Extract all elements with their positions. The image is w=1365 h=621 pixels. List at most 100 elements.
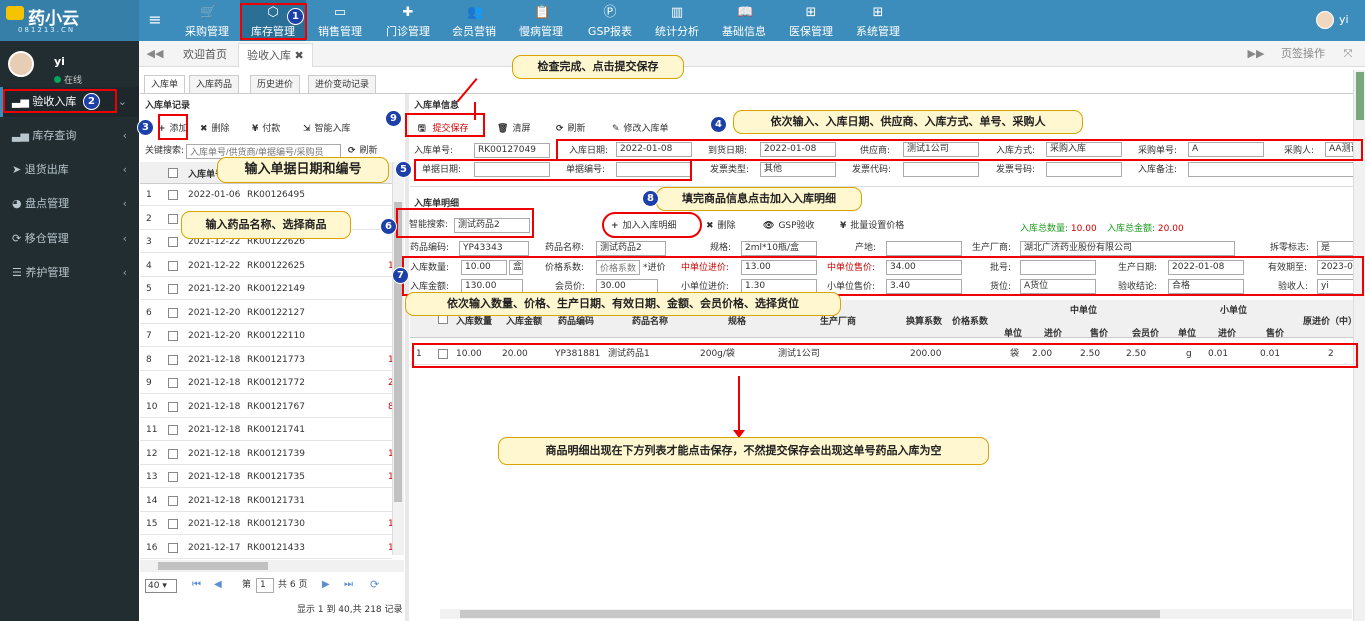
prev-page-icon[interactable]: ◀ xyxy=(214,579,222,590)
windows-icon: ⊞ xyxy=(805,5,817,20)
smart-inbound-button[interactable]: ⇲ 智能入库 xyxy=(303,120,351,138)
close-icon[interactable]: ✖ xyxy=(295,49,304,62)
pay-button[interactable]: ¥ 付款 xyxy=(252,120,280,138)
menu-toggle-icon[interactable]: ≡ xyxy=(146,11,164,29)
online-dot-icon xyxy=(54,76,61,83)
sidebar-item-return[interactable]: ➤ 退货出库 ‹ xyxy=(0,155,139,185)
refresh-button[interactable]: ⟳ 刷新 xyxy=(556,120,586,138)
subtab-order[interactable]: 入库单 xyxy=(144,75,186,93)
drug-name-label: 药品名称: xyxy=(545,243,585,253)
row-checkbox[interactable] xyxy=(168,190,178,200)
nav-purchase[interactable]: 🛒 采购管理 xyxy=(177,0,237,41)
nav-clinic[interactable]: ✚ 门诊管理 xyxy=(378,0,438,41)
drug-name-field[interactable]: 测试药品2 xyxy=(596,241,666,256)
tab-prev-icon[interactable]: ◀◀ xyxy=(142,41,168,67)
row-date: 2021-12-18 xyxy=(188,495,241,506)
detail-hscrollbar[interactable] xyxy=(440,609,1352,619)
nav-insurance[interactable]: ⊞ 医保管理 xyxy=(781,0,841,41)
table-row[interactable]: 4 2021-12-22 RK00122625 1 xyxy=(140,255,394,277)
table-row[interactable]: 9 2021-12-18 RK00121772 2 xyxy=(140,372,394,394)
batch-price-button[interactable]: ¥ 批量设置价格 xyxy=(840,217,904,235)
table-row[interactable]: 7 2021-12-20 RK00122110 xyxy=(140,325,392,347)
table-row[interactable]: 16 2021-12-17 RK00121433 1 xyxy=(140,537,394,559)
nav-sales[interactable]: ▭ 销售管理 xyxy=(310,0,370,41)
row-checkbox[interactable] xyxy=(168,401,178,412)
edit-order-button[interactable]: ✎ 修改入库单 xyxy=(612,120,669,138)
subtab-price-change[interactable]: 进价变动记录 xyxy=(308,75,377,93)
table-row[interactable]: 12 2021-12-18 RK00121739 1 xyxy=(140,443,394,465)
row-checkbox[interactable] xyxy=(168,331,178,341)
first-page-icon[interactable]: ⏮ xyxy=(192,579,201,590)
row-checkbox[interactable] xyxy=(168,378,178,388)
page-tab-ops[interactable]: 页签操作 xyxy=(1276,41,1330,67)
nav-system[interactable]: ⊞ 系统管理 xyxy=(848,0,908,41)
clear-button[interactable]: 🗑 清屏 xyxy=(497,120,530,138)
invoice-type-select[interactable]: 其他 xyxy=(760,162,836,177)
row-checkbox[interactable] xyxy=(168,284,178,294)
nav-gsp[interactable]: Ⓟ GSP报表 xyxy=(580,0,640,41)
gsp-accept-button[interactable]: 👁 GSP验收 xyxy=(763,217,815,235)
table-row[interactable]: 13 2021-12-18 RK00121735 1 xyxy=(140,466,394,488)
row-checkbox[interactable] xyxy=(168,519,178,529)
origin-label: 产地: xyxy=(855,243,877,253)
origin-field[interactable] xyxy=(886,241,962,256)
table-row[interactable]: 6 2021-12-20 RK00122127 xyxy=(140,302,392,324)
delete-button[interactable]: ✖ 删除 xyxy=(200,120,230,138)
row-order-id: RK00121433 xyxy=(247,542,305,553)
maker-field[interactable]: 湖北广济药业股份有限公司 xyxy=(1020,241,1235,256)
page-number-input[interactable]: 1 xyxy=(256,578,274,593)
cart-icon: 🛒 xyxy=(200,5,217,20)
table-row[interactable]: 1 2022-01-06 RK00126495 xyxy=(140,184,392,206)
next-page-icon[interactable]: ▶ xyxy=(322,579,330,590)
select-all-checkbox[interactable] xyxy=(168,168,178,178)
row-checkbox[interactable] xyxy=(168,542,178,553)
annotation-box-doc-fields xyxy=(414,159,692,181)
spec-field[interactable]: 2ml*10瓶/盒 xyxy=(741,241,817,256)
top-user-menu[interactable]: yi xyxy=(1316,11,1362,31)
invoice-code-field[interactable] xyxy=(903,162,979,177)
note-field[interactable] xyxy=(1188,162,1358,177)
subtab-drugs[interactable]: 入库药品 xyxy=(189,75,240,93)
row-checkbox[interactable] xyxy=(168,307,178,318)
row-checkbox[interactable] xyxy=(168,213,178,224)
logo[interactable]: 药小云 081213.CN xyxy=(0,0,139,41)
sidebar-item-stock-query[interactable]: ▃▅ 库存查询 ‹ xyxy=(0,121,139,151)
row-order-id: RK00121773 xyxy=(247,354,305,365)
sidebar-item-stocktake[interactable]: ◕ 盘点管理 ‹ xyxy=(0,189,139,219)
drug-code-field[interactable]: YP43343 xyxy=(459,241,529,256)
invoice-no-field[interactable] xyxy=(1046,162,1122,177)
row-checkbox[interactable] xyxy=(168,472,178,482)
row-checkbox[interactable] xyxy=(168,237,178,247)
fullscreen-icon[interactable]: ⤧ xyxy=(1337,41,1359,67)
tab-home[interactable]: 欢迎首页 xyxy=(175,43,235,67)
sidebar-item-transfer[interactable]: ⟳ 移仓管理 ‹ xyxy=(0,224,139,254)
sidebar-item-maintenance[interactable]: ☰ 养护管理 ‹ xyxy=(0,258,139,288)
tab-acceptance[interactable]: 验收入库 ✖ xyxy=(238,43,313,67)
order-list-title: 入库单记录 xyxy=(145,101,191,111)
nav-chronic[interactable]: 📋 慢病管理 xyxy=(511,0,571,41)
table-row[interactable]: 14 2021-12-18 RK00121731 xyxy=(140,490,392,512)
tab-next-icon[interactable]: ▶▶ xyxy=(1243,41,1269,67)
page-size-select[interactable]: 40 ▾ xyxy=(145,579,177,593)
logo-mark-icon xyxy=(6,6,24,20)
nav-basic[interactable]: 📖 基础信息 xyxy=(714,0,774,41)
detail-delete-button[interactable]: ✖ 删除 xyxy=(706,217,736,235)
last-page-icon[interactable]: ⏭ xyxy=(344,579,353,590)
order-list-hscrollbar[interactable] xyxy=(140,560,404,572)
nav-member[interactable]: 👥 会员营销 xyxy=(444,0,504,41)
subtab-history-price[interactable]: 历史进价 xyxy=(250,75,301,93)
row-checkbox[interactable] xyxy=(168,495,178,506)
row-checkbox[interactable] xyxy=(168,260,178,271)
table-row[interactable]: 15 2021-12-18 RK00121730 1 xyxy=(140,513,394,535)
row-checkbox[interactable] xyxy=(168,425,178,435)
table-row[interactable]: 5 2021-12-20 RK00122149 xyxy=(140,278,392,300)
nav-stats[interactable]: ▥ 统计分析 xyxy=(647,0,707,41)
row-checkbox[interactable] xyxy=(168,448,178,459)
reload-icon[interactable]: ⟳ xyxy=(370,578,379,591)
order-no-field[interactable]: RK00127049 xyxy=(474,143,550,158)
table-row[interactable]: 10 2021-12-18 RK00121767 8 xyxy=(140,396,394,418)
table-row[interactable]: 11 2021-12-18 RK00121741 xyxy=(140,419,392,441)
row-checkbox[interactable] xyxy=(168,354,178,365)
table-row[interactable]: 8 2021-12-18 RK00121773 1 xyxy=(140,349,394,371)
row-number: 4 xyxy=(146,260,152,271)
